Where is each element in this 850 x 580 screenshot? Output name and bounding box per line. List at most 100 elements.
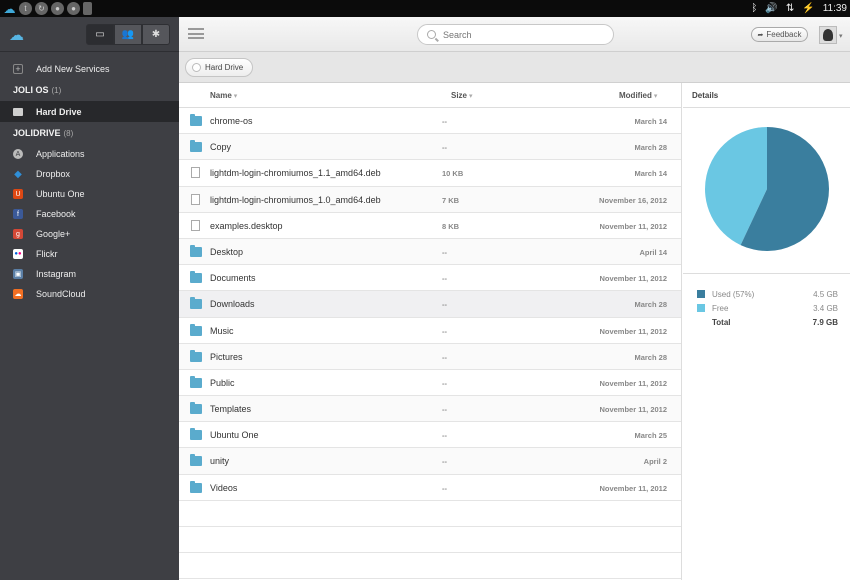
file-size: -- <box>442 117 447 126</box>
file-row[interactable]: Templates -- November 11, 2012 <box>179 396 681 423</box>
feedback-button[interactable]: ➦ Feedback <box>751 27 808 42</box>
sidebar-item-dropbox[interactable]: ◆ Dropbox <box>0 164 179 184</box>
gear-icon: ✱ <box>151 29 161 40</box>
folder-icon <box>190 271 202 284</box>
breadcrumb[interactable]: Hard Drive <box>185 58 254 77</box>
avatar-image <box>823 29 833 41</box>
sort-caret-icon: ▾ <box>233 93 238 100</box>
column-modified[interactable]: Modified ▾ <box>619 91 657 100</box>
menu-icon[interactable] <box>188 28 204 39</box>
file-list: Name ▾ Size ▾ Modified ▾ chrome-os -- March 1… <box>179 83 682 580</box>
sidebar-item-flickr[interactable]: ● ● Flickr <box>0 244 179 264</box>
flickr-icon: ● ● <box>13 249 23 259</box>
folder-icon <box>190 323 202 336</box>
sync-icon[interactable]: ↻ <box>35 2 48 15</box>
file-modified: November 11, 2012 <box>599 405 667 415</box>
main-header: ➦ Feedback ▾ <box>179 17 850 52</box>
file-row[interactable]: examples.desktop 8 KB November 11, 2012 <box>179 213 681 239</box>
file-modified: March 14 <box>634 117 667 126</box>
file-row[interactable]: Videos -- November 11, 2012 <box>179 475 681 501</box>
file-row[interactable]: lightdm-login-chromiumos_1.0_amd64.deb 7 … <box>179 186 681 213</box>
file-name: chrome-os <box>210 116 253 126</box>
search-input[interactable] <box>443 29 603 40</box>
folder-icon <box>190 402 202 415</box>
avatar[interactable] <box>819 26 837 44</box>
file-size: -- <box>442 431 447 441</box>
file-row[interactable]: Public -- November 11, 2012 <box>179 370 681 397</box>
legend-free: Free 3.4 GB <box>683 302 850 316</box>
folder-icon <box>190 480 202 493</box>
column-name[interactable]: Name ▾ <box>210 91 237 100</box>
app-icon[interactable]: ● <box>51 2 64 15</box>
folder-icon <box>190 349 202 362</box>
hard-drive-icon <box>13 107 23 116</box>
power-icon[interactable]: ⚡ <box>802 2 814 15</box>
users-tab[interactable]: 👥 <box>114 24 142 45</box>
folder-icon <box>190 297 202 310</box>
file-modified: November 16, 2012 <box>599 195 667 205</box>
sort-caret-icon: ▾ <box>469 93 473 100</box>
file-name: Videos <box>210 482 238 493</box>
file-row[interactable]: unity -- April 2 <box>179 448 681 475</box>
sidebar-item-soundcloud[interactable]: ☁ SoundCloud <box>0 284 179 304</box>
sidebar-item-facebook[interactable]: f Facebook <box>0 204 179 224</box>
sidebar-item-google-plus[interactable]: g Google+ <box>0 224 179 244</box>
file-row[interactable]: lightdm-login-chromiumos_1.1_amd64.deb 10… <box>179 160 681 187</box>
column-size[interactable]: Size ▾ <box>451 91 473 100</box>
file-size: -- <box>442 457 447 467</box>
sidebar-item-applications[interactable]: A Applications <box>0 144 179 164</box>
file-row[interactable]: Documents -- November 11, 2012 <box>179 265 681 292</box>
breadcrumb-bar: Hard Drive <box>179 52 850 83</box>
github-icon[interactable]: ● <box>67 2 80 15</box>
folder-icon <box>190 140 202 153</box>
file-row[interactable]: Ubuntu One -- March 25 <box>179 422 681 449</box>
sidebar-item-hard-drive[interactable]: Hard Drive <box>0 101 179 122</box>
file-size: 8 KB <box>442 221 460 231</box>
file-name: unity <box>210 456 230 467</box>
file-size: 10 KB <box>442 169 464 179</box>
file-size: 7 KB <box>442 195 460 205</box>
sidebar: ☁ ▭ 👥 ✱ + Add New Services JOLI OS (1) H… <box>0 17 179 580</box>
twitter-icon[interactable]: t <box>19 2 32 15</box>
volume-icon[interactable]: 🔊 <box>765 2 777 15</box>
file-name: lightdm-login-chromiumos_1.1_amd64.deb <box>210 168 381 179</box>
add-new-services-button[interactable]: + Add New Services <box>0 58 179 79</box>
drive-tab[interactable]: ▭ <box>86 24 114 45</box>
file-size: -- <box>442 300 447 310</box>
file-icon <box>191 167 200 179</box>
file-row[interactable]: Desktop -- April 14 <box>179 238 681 266</box>
used-swatch <box>697 290 705 298</box>
file-modified: November 11, 2012 <box>599 326 667 336</box>
file-size: -- <box>442 143 447 153</box>
settings-tab[interactable]: ✱ <box>142 24 170 45</box>
file-row[interactable]: Pictures -- March 28 <box>179 343 681 370</box>
battery-app-icon[interactable] <box>83 2 92 15</box>
file-name: examples.desktop <box>210 220 283 231</box>
file-row[interactable]: Downloads -- March 28 <box>179 291 681 318</box>
reply-arrow-icon: ➦ <box>757 31 764 39</box>
folder-icon <box>190 114 202 126</box>
folder-icon <box>190 375 202 388</box>
file-modified: April 14 <box>639 247 667 257</box>
file-row[interactable]: chrome-os -- March 14 <box>179 108 681 135</box>
bluetooth-icon[interactable]: ᛒ <box>751 2 757 15</box>
instagram-icon: ▣ <box>13 269 23 279</box>
sidebar-item-instagram[interactable]: ▣ Instagram <box>0 264 179 284</box>
chevron-down-icon[interactable]: ▾ <box>839 32 843 40</box>
storage-pie <box>705 127 829 251</box>
file-size: -- <box>442 378 447 388</box>
jolicloud-icon[interactable]: ☁ <box>3 2 16 16</box>
network-icon[interactable]: ⇅ <box>786 2 794 15</box>
sidebar-item-ubuntu-one[interactable]: U Ubuntu One <box>0 184 179 204</box>
applications-icon: A <box>13 149 23 159</box>
folder-icon <box>190 244 202 257</box>
clock[interactable]: 11:39 <box>823 2 847 15</box>
file-modified: March 28 <box>634 143 667 153</box>
search-box[interactable] <box>417 24 614 45</box>
add-services-label: Add New Services <box>36 63 110 74</box>
facebook-icon: f <box>13 209 23 219</box>
drive-dot-icon <box>192 63 201 72</box>
file-row[interactable]: Music -- November 11, 2012 <box>179 318 681 344</box>
file-row[interactable]: Copy -- March 28 <box>179 134 681 161</box>
details-panel: Details Used (57%) 4.5 GB Free 3.4 GB To… <box>683 83 850 580</box>
